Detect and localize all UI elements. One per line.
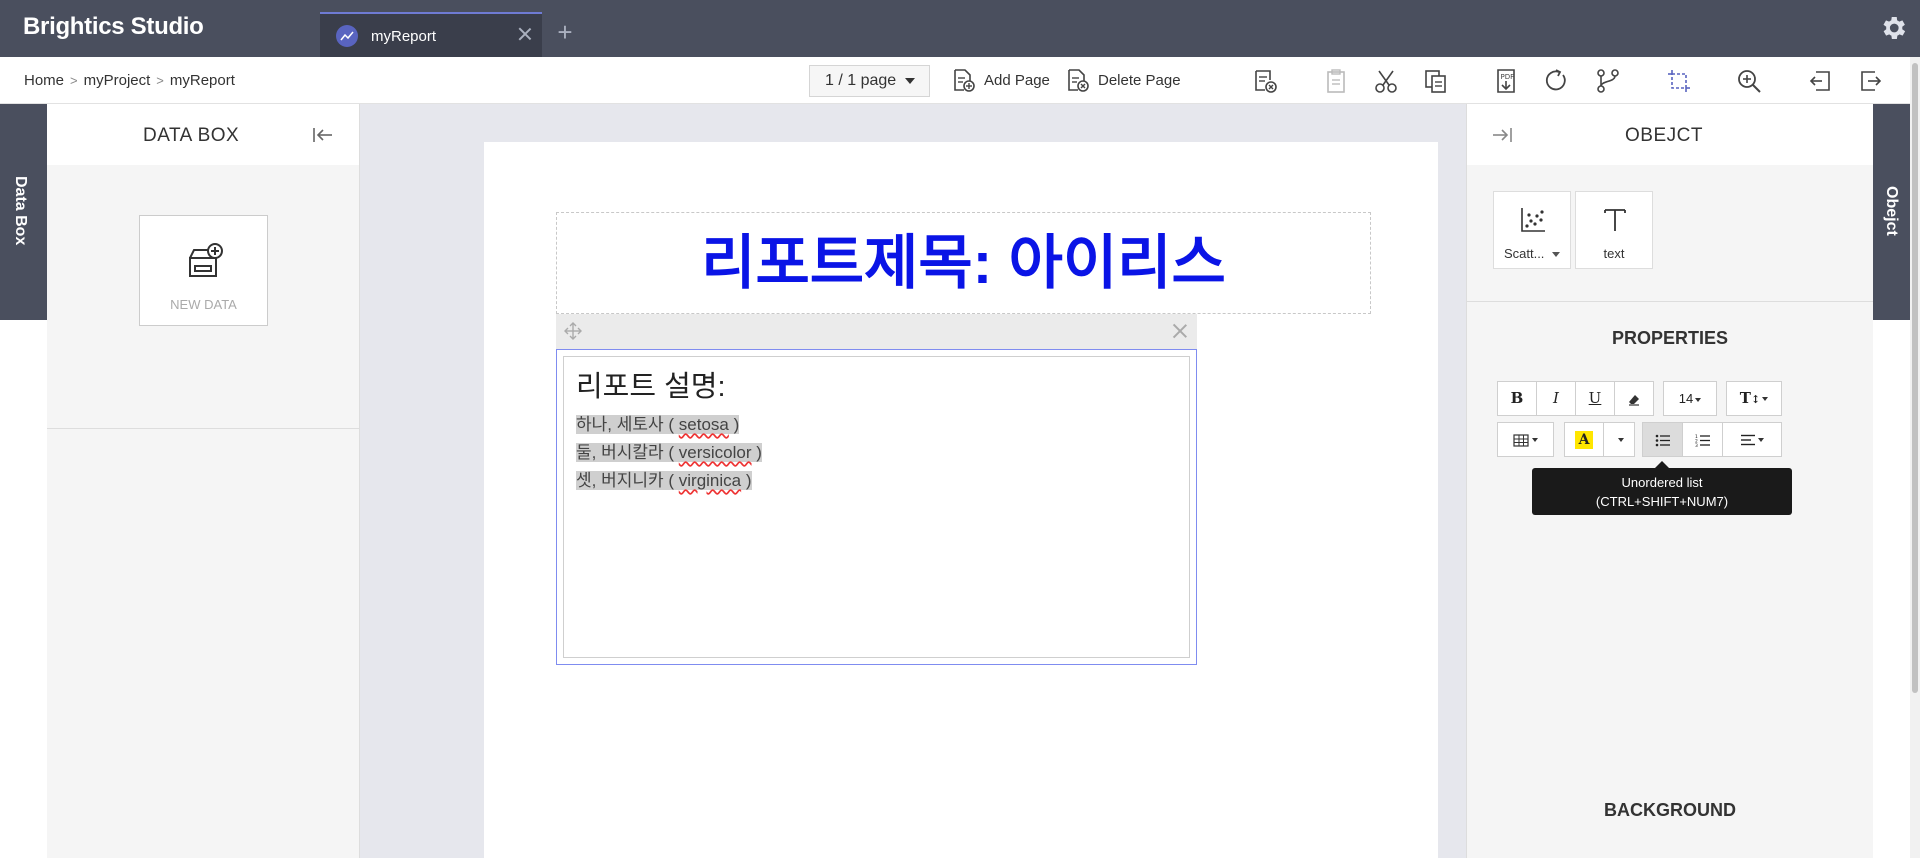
svg-text:PDF: PDF bbox=[1501, 73, 1515, 81]
data-box-header: DATA BOX bbox=[47, 104, 359, 165]
copy-icon[interactable] bbox=[1422, 67, 1450, 95]
move-icon[interactable] bbox=[564, 322, 582, 340]
object-list: Scatt... text bbox=[1467, 165, 1873, 302]
table-icon bbox=[1513, 433, 1529, 447]
page-scrollbar[interactable] bbox=[1910, 57, 1920, 858]
description-line: 셋, 버지니카 ( virginica ) bbox=[576, 471, 752, 490]
pdf-export-icon[interactable]: PDF bbox=[1492, 67, 1520, 95]
select-area-icon[interactable] bbox=[1665, 67, 1693, 95]
text-style-select[interactable]: T↕ bbox=[1726, 381, 1782, 416]
align-select[interactable] bbox=[1722, 422, 1782, 457]
new-data-label: NEW DATA bbox=[170, 297, 237, 312]
add-page-label: Add Page bbox=[984, 71, 1050, 89]
export-icon[interactable] bbox=[1857, 67, 1885, 95]
report-title-box[interactable]: 리포트제목: 아이리스 bbox=[556, 212, 1371, 314]
text-editor[interactable]: 리포트 설명: 하나, 세토사 ( setosa ) 둘, 버시칼라 ( ver… bbox=[563, 356, 1190, 658]
object-rail[interactable]: Obejct bbox=[1873, 104, 1910, 320]
tooltip-shortcut: (CTRL+SHIFT+NUM7) bbox=[1595, 494, 1729, 509]
add-database-icon bbox=[186, 242, 226, 280]
textbox-handle[interactable] bbox=[556, 314, 1197, 349]
collapse-left-icon[interactable] bbox=[312, 126, 334, 144]
tab-label: myReport bbox=[371, 28, 437, 45]
unordered-list-tooltip: Unordered list (CTRL+SHIFT+NUM7) bbox=[1532, 461, 1792, 515]
gear-icon[interactable] bbox=[1878, 13, 1908, 43]
svg-text:3: 3 bbox=[1695, 443, 1698, 447]
object-panel-title: OBEJCT bbox=[1625, 125, 1703, 146]
new-data-button[interactable]: NEW DATA bbox=[139, 215, 268, 326]
delete-page-button[interactable]: Delete Page bbox=[1064, 66, 1181, 94]
zoom-in-icon[interactable] bbox=[1735, 67, 1763, 95]
report-canvas: 리포트제목: 아이리스 리포트 설명: 하나, 세토사 ( setosa ) 둘… bbox=[360, 104, 1466, 858]
report-title: 리포트제목: 아이리스 bbox=[701, 230, 1226, 296]
data-box-panel: DATA BOX NEW DATA bbox=[47, 104, 360, 858]
description-line: 하나, 세토사 ( setosa ) bbox=[576, 415, 740, 434]
ordered-list-button[interactable]: 123 bbox=[1682, 422, 1723, 457]
scrollbar-thumb[interactable] bbox=[1912, 63, 1918, 693]
properties-title: PROPERTIES bbox=[1611, 328, 1729, 348]
data-box-rail[interactable]: Data Box bbox=[0, 104, 47, 320]
eraser-icon bbox=[1629, 395, 1639, 406]
data-box-rail-label: Data Box bbox=[12, 176, 29, 246]
object-text-label: text bbox=[1603, 246, 1625, 261]
text-color-button[interactable]: A bbox=[1564, 422, 1604, 457]
object-text[interactable]: text bbox=[1575, 191, 1653, 269]
delete-page-label: Delete Page bbox=[1098, 71, 1181, 89]
bold-button[interactable]: B bbox=[1497, 381, 1537, 416]
cut-icon[interactable] bbox=[1372, 67, 1400, 95]
object-panel: OBEJCT Scatt... text PROPERTIES B I U 14… bbox=[1466, 104, 1873, 858]
object-rail-label: Obejct bbox=[1883, 186, 1900, 236]
text-icon bbox=[1601, 206, 1629, 234]
italic-button[interactable]: I bbox=[1536, 381, 1576, 416]
close-icon[interactable] bbox=[516, 25, 534, 43]
unordered-list-icon bbox=[1655, 434, 1670, 446]
page-indicator: 1 / 1 page bbox=[825, 72, 897, 89]
eraser-button[interactable] bbox=[1614, 381, 1654, 416]
description-line: 둘, 버시칼라 ( versicolor ) bbox=[576, 443, 762, 462]
tooltip-title: Unordered list bbox=[1621, 475, 1703, 490]
add-page-icon bbox=[954, 69, 975, 92]
chevron-right-icon: > bbox=[70, 73, 78, 88]
ordered-list-icon: 123 bbox=[1695, 434, 1710, 449]
page-select[interactable]: 1 / 1 page bbox=[809, 65, 930, 97]
add-tab-button[interactable]: + bbox=[547, 14, 583, 50]
delete-object-icon[interactable] bbox=[1251, 67, 1279, 95]
background-title: BACKGROUND bbox=[1604, 800, 1736, 820]
underline-button[interactable]: U bbox=[1575, 381, 1615, 416]
report-description-textbox[interactable]: 리포트 설명: 하나, 세토사 ( setosa ) 둘, 버시칼라 ( ver… bbox=[556, 349, 1197, 665]
data-box-title: DATA BOX bbox=[143, 125, 240, 146]
breadcrumb-report[interactable]: myReport bbox=[170, 72, 235, 89]
object-panel-header: OBEJCT bbox=[1467, 104, 1873, 165]
highlight-icon: A bbox=[1575, 431, 1593, 450]
text-color-dropdown[interactable] bbox=[1603, 422, 1635, 457]
add-page-button[interactable]: Add Page bbox=[950, 66, 1050, 94]
report-page[interactable]: 리포트제목: 아이리스 리포트 설명: 하나, 세토사 ( setosa ) 둘… bbox=[484, 142, 1438, 858]
chevron-right-icon: > bbox=[156, 73, 164, 88]
object-scatter-label: Scatt... bbox=[1494, 246, 1570, 261]
toolbar: Home > myProject > myReport 1 / 1 page A… bbox=[0, 57, 1920, 104]
refresh-icon[interactable] bbox=[1542, 67, 1570, 95]
table-select[interactable] bbox=[1497, 422, 1554, 457]
breadcrumb-project[interactable]: myProject bbox=[84, 72, 151, 89]
unordered-list-button[interactable] bbox=[1642, 422, 1683, 457]
delete-page-icon bbox=[1068, 69, 1089, 92]
top-bar: Brightics Studio myReport + bbox=[0, 0, 1920, 57]
scatter-chart-icon bbox=[1519, 206, 1547, 234]
description-heading: 리포트 설명: bbox=[576, 371, 726, 403]
data-box-body: NEW DATA bbox=[47, 165, 359, 429]
object-scatter[interactable]: Scatt... bbox=[1493, 191, 1571, 269]
breadcrumb: Home > myProject > myReport bbox=[24, 72, 235, 89]
import-icon[interactable] bbox=[1806, 67, 1834, 95]
paste-icon[interactable] bbox=[1322, 67, 1350, 95]
app-title: Brightics Studio bbox=[23, 13, 204, 40]
collapse-right-icon[interactable] bbox=[1491, 126, 1513, 144]
close-icon[interactable] bbox=[1171, 322, 1189, 340]
font-size-select[interactable]: 14 bbox=[1663, 381, 1717, 416]
align-left-icon bbox=[1740, 434, 1755, 446]
breadcrumb-home[interactable]: Home bbox=[24, 72, 64, 89]
line-chart-icon bbox=[336, 25, 358, 47]
caret-down-icon bbox=[904, 77, 915, 84]
branch-icon[interactable] bbox=[1594, 67, 1622, 95]
tab-myreport[interactable]: myReport bbox=[320, 12, 542, 57]
